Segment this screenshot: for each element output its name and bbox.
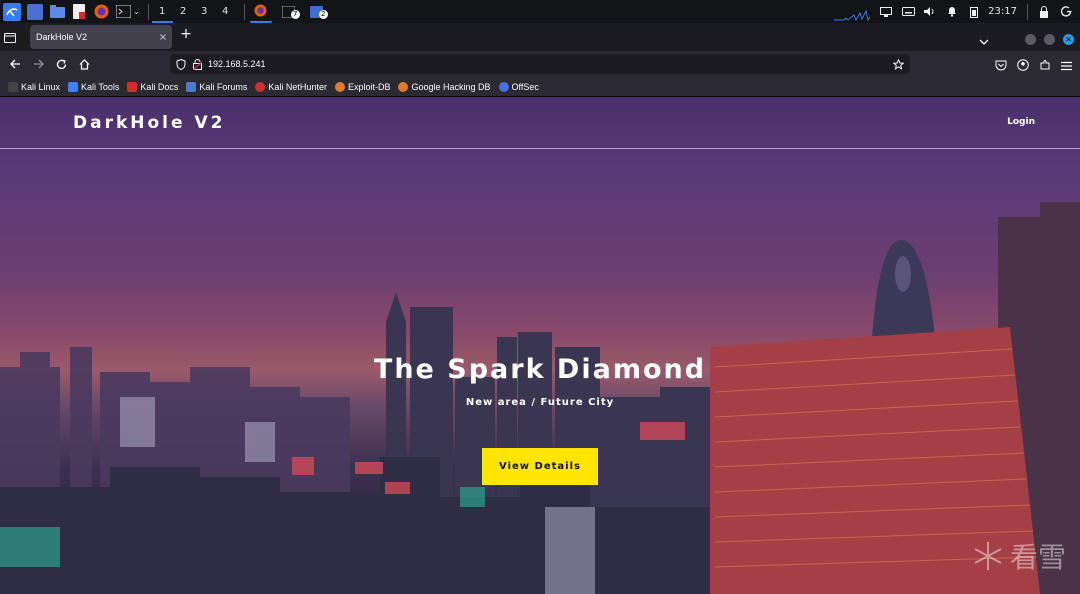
bookmark-google-hacking-db[interactable]: Google Hacking DB [398, 81, 491, 92]
app-menu-icon[interactable] [1061, 56, 1072, 75]
tab-title: DarkHole V2 [36, 32, 88, 42]
text-editor-icon[interactable] [71, 4, 87, 20]
firefox-icon[interactable] [93, 4, 109, 20]
kali-forums-icon [186, 81, 197, 92]
tab-darkhole[interactable]: DarkHole V2 × [30, 25, 172, 49]
account-icon[interactable] [1017, 56, 1029, 75]
battery-icon[interactable] [966, 0, 982, 23]
kali-tools-icon [68, 81, 79, 92]
hero-title: The Spark Diamond [373, 354, 707, 385]
taskbar-divider [147, 3, 149, 20]
city-skyline-background [0, 202, 1080, 594]
kali-menu-icon[interactable] [3, 2, 21, 21]
cpu-graph-icon [834, 9, 871, 21]
firefox-view-icon[interactable] [4, 29, 16, 48]
bookmark-offsec[interactable]: OffSec [498, 81, 539, 92]
bookmark-star-icon[interactable] [892, 55, 905, 74]
ghdb-icon [398, 81, 409, 92]
site-info-shield-icon[interactable] [176, 55, 186, 74]
terminal-dropdown-icon[interactable]: ⌄ [133, 7, 140, 16]
pocket-icon[interactable] [995, 56, 1007, 75]
terminal-icon[interactable] [115, 4, 131, 20]
reload-icon[interactable] [53, 56, 69, 72]
clock[interactable]: 23:17 [988, 6, 1017, 17]
minimize-window-button[interactable] [1025, 34, 1036, 45]
url-text[interactable]: 192.168.5.241 [208, 59, 893, 69]
lock-icon[interactable] [1036, 0, 1052, 23]
bookmark-kali-nethunter[interactable]: Kali NetHunter [255, 81, 327, 92]
browser-tab-strip: DarkHole V2 × + ✕ [0, 23, 1080, 51]
taskbar-divider [243, 3, 245, 20]
terminal-window-icon[interactable]: 7 [278, 4, 300, 20]
window-count-badge: 7 [290, 9, 300, 19]
kali-docs-icon [127, 81, 138, 92]
workspace-3[interactable]: 3 [194, 0, 215, 23]
view-details-button[interactable]: View Details [482, 448, 598, 485]
offsec-icon [498, 81, 509, 92]
hero-subtitle: New area / Future City [465, 397, 615, 408]
login-link[interactable]: Login [1007, 117, 1035, 127]
workspace-4[interactable]: 4 [215, 0, 236, 23]
insecure-lock-icon[interactable] [192, 55, 203, 74]
snowflake-icon [974, 542, 1002, 570]
file-manager-icon[interactable] [49, 4, 65, 20]
page-viewport: DarkHole V2 Login The Spark Diamond New … [0, 97, 1080, 594]
home-icon[interactable] [76, 56, 92, 72]
bookmark-kali-tools[interactable]: Kali Tools [68, 81, 119, 92]
site-header: DarkHole V2 Login [0, 97, 1080, 149]
close-window-button[interactable]: ✕ [1063, 34, 1074, 45]
bookmark-kali-forums[interactable]: Kali Forums [186, 81, 247, 92]
logout-icon[interactable] [1058, 0, 1074, 23]
exploit-db-icon [334, 81, 345, 92]
notifications-icon[interactable] [944, 0, 960, 23]
browser-nav-bar: 192.168.5.241 [0, 51, 1080, 77]
firefox-window-icon[interactable] [249, 0, 272, 23]
bookmark-kali-docs[interactable]: Kali Docs [127, 81, 178, 92]
show-desktop-icon[interactable] [27, 3, 43, 20]
forward-arrow-icon[interactable] [30, 56, 46, 72]
workspace-1[interactable]: 1 [151, 0, 173, 23]
maximize-window-button[interactable] [1044, 34, 1055, 45]
extensions-icon[interactable] [1039, 56, 1051, 75]
nethunter-icon [255, 81, 266, 92]
watermark: 看雪 [972, 536, 1066, 576]
watermark-text: 看雪 [1009, 541, 1066, 574]
bookmark-exploit-db[interactable]: Exploit-DB [334, 81, 390, 92]
bookmark-kali-linux[interactable]: Kali Linux [8, 81, 60, 92]
bookmarks-toolbar: Kali Linux Kali Tools Kali Docs Kali For… [0, 77, 1080, 97]
back-arrow-icon[interactable] [7, 56, 23, 72]
display-icon[interactable] [878, 0, 894, 23]
window-count-badge: 2 [318, 9, 328, 19]
site-brand[interactable]: DarkHole V2 [73, 113, 225, 133]
workspace-2[interactable]: 2 [173, 0, 194, 23]
os-taskbar: ⌄ 1 2 3 4 7 2 23:17 [0, 0, 1080, 23]
tab-list-chevron-icon[interactable] [979, 30, 989, 49]
tab-close-icon[interactable]: × [154, 32, 172, 43]
kali-logo-icon [8, 81, 18, 92]
taskbar-divider [1027, 3, 1028, 20]
url-bar[interactable]: 192.168.5.241 [170, 54, 910, 74]
keyboard-icon[interactable] [900, 0, 916, 23]
new-tab-button[interactable]: + [178, 26, 194, 42]
volume-icon[interactable] [922, 0, 938, 23]
app-window-icon[interactable]: 2 [306, 4, 328, 20]
